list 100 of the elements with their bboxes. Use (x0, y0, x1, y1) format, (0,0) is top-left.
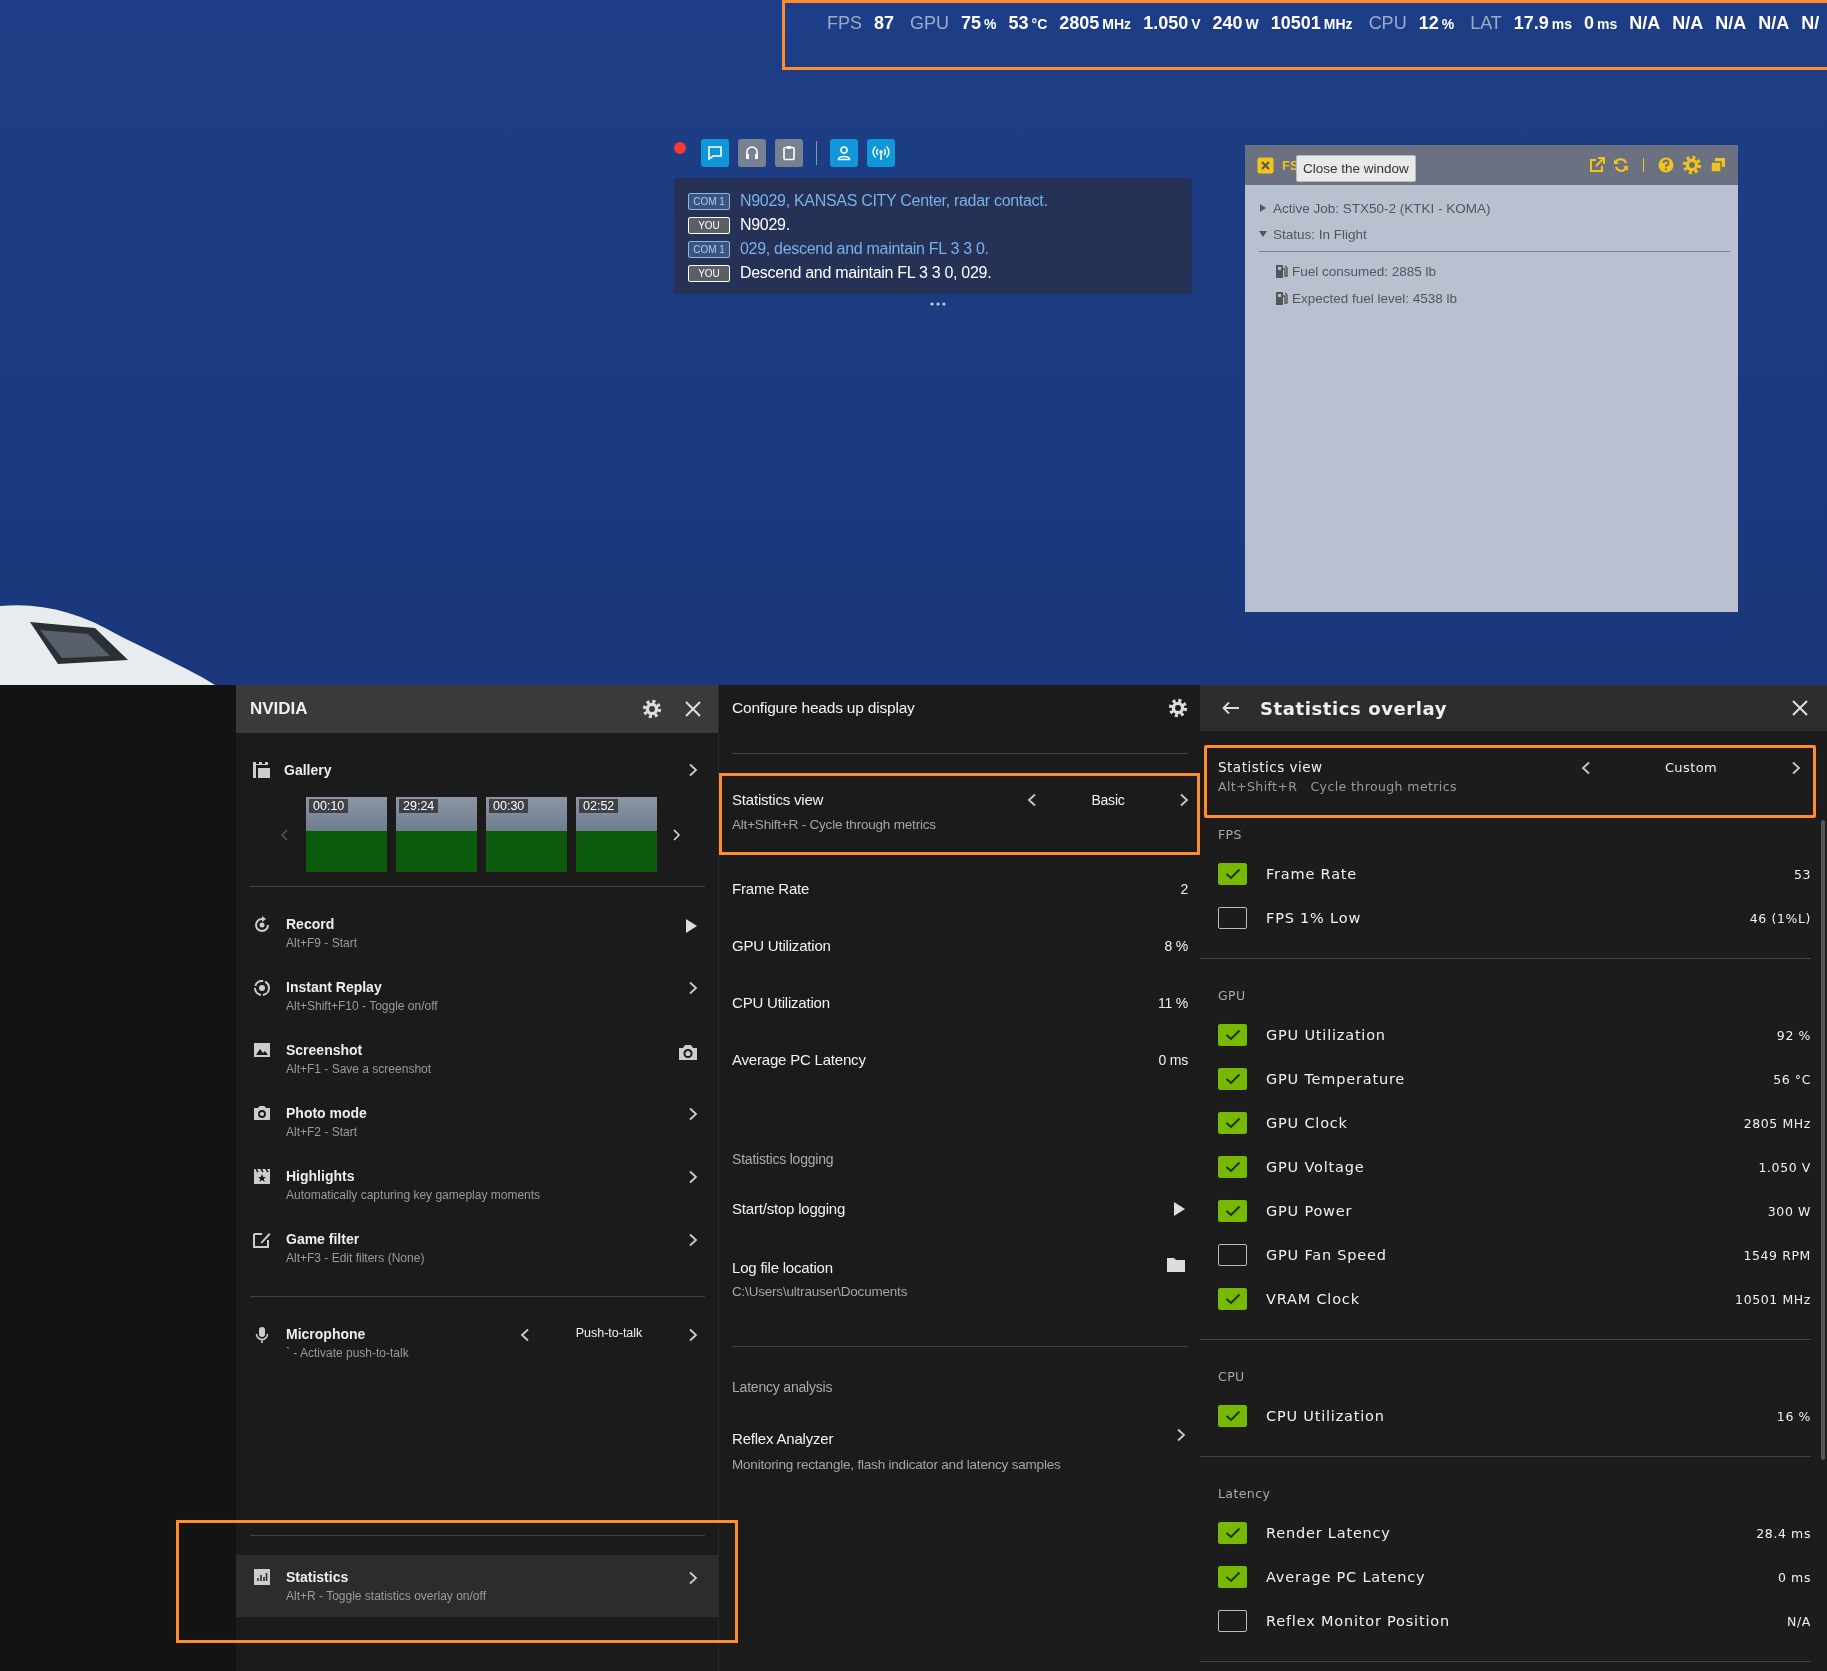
menu-item[interactable]: Game filter Alt+F3 - Edit filters (None) (236, 1225, 718, 1288)
radio-tag: YOU (688, 216, 730, 234)
chevron-right-icon[interactable] (688, 763, 698, 777)
external-link-icon[interactable] (1589, 157, 1605, 173)
checkbox[interactable] (1218, 1156, 1247, 1178)
checkbox[interactable] (1218, 1024, 1247, 1046)
close-icon[interactable] (1257, 156, 1274, 174)
menu-item[interactable]: Statistics Alt+R - Toggle statistics overlay on/off (236, 1555, 718, 1617)
checkbox[interactable] (1218, 1522, 1247, 1544)
option-row[interactable]: Statistics view Alt+Shift+R - Cycle through metrics Basic (719, 773, 1200, 855)
chevron-right-icon[interactable] (688, 1170, 698, 1184)
folder-icon[interactable] (1166, 1257, 1186, 1273)
chat-message: N9029, KANSAS CITY Center, radar contact. (740, 192, 1048, 210)
refresh-icon[interactable] (1613, 157, 1629, 173)
metric-value: 16 % (1776, 1408, 1811, 1424)
person-icon (836, 145, 852, 161)
chevron-right-icon[interactable] (688, 1571, 698, 1585)
metric-value: 2 (1180, 880, 1188, 897)
metric-value: 11 % (1157, 994, 1188, 1011)
menu-item[interactable]: Reflex Analyzer (732, 1428, 1176, 1450)
menu-item[interactable]: Screenshot Alt+F1 - Save a screenshot (236, 1036, 718, 1099)
section-heading: Latency analysis (731, 1378, 834, 1397)
item-title: Screenshot (286, 1041, 364, 1060)
option-row[interactable]: Statistics view Alt+Shift+R Cycle through metrics Custom (1204, 745, 1816, 818)
video-thumbnail[interactable]: 02:52 (576, 797, 657, 872)
item-shortcut: Automatically capturing key gameplay moments (286, 1187, 542, 1204)
stat-value: 10501 MHz (1270, 13, 1353, 34)
checkbox[interactable] (1218, 1244, 1247, 1266)
metric-value: 56 °C (1773, 1071, 1811, 1087)
metric-value: 300 W (1767, 1203, 1811, 1219)
checkbox[interactable] (1218, 1405, 1247, 1427)
checkbox[interactable] (1218, 1610, 1247, 1632)
chevron-right-icon[interactable] (688, 1328, 698, 1342)
radio-tag: COM 1 (688, 192, 730, 210)
collapsed-triangle-icon[interactable] (1259, 204, 1267, 212)
tree-item[interactable]: Status: In Flight (1273, 226, 1367, 242)
image-icon (253, 1042, 271, 1058)
help-icon[interactable] (1658, 157, 1674, 173)
settings-icon[interactable] (1168, 698, 1188, 718)
toolbar-button[interactable] (701, 139, 729, 167)
checkmark-icon (1224, 1410, 1241, 1422)
duration-label: 00:10 (309, 799, 349, 813)
stat-value: 12 % (1418, 13, 1455, 34)
metric-value: N/A (1787, 1613, 1811, 1629)
replay-icon (253, 979, 271, 997)
menu-item[interactable]: Start/stop logging (732, 1198, 1173, 1220)
video-thumbnail[interactable]: 00:10 (306, 797, 387, 872)
checkbox[interactable] (1218, 1288, 1247, 1310)
metric-name: GPU Utilization (732, 937, 832, 954)
chevron-right-icon[interactable] (1791, 760, 1801, 775)
close-icon[interactable] (1791, 699, 1809, 717)
settings-icon[interactable] (642, 699, 662, 719)
chevron-right-icon[interactable] (1179, 793, 1189, 807)
checkmark-icon (1224, 1293, 1241, 1305)
metric-value: 1.050 V (1758, 1159, 1811, 1175)
tree-item[interactable]: Active Job: STX50-2 (KTKI - KOMA) (1273, 200, 1491, 216)
menu-item[interactable]: Highlights Automatically capturing key gameplay moments (236, 1162, 718, 1225)
chevron-right-icon[interactable] (688, 1233, 698, 1247)
video-thumbnail[interactable]: 00:30 (486, 797, 567, 872)
chevron-right-icon[interactable] (1176, 1428, 1186, 1442)
toolbar-button[interactable] (830, 139, 858, 167)
toolbar-button[interactable] (867, 139, 895, 167)
back-arrow-icon[interactable] (1222, 701, 1240, 715)
chevron-right-icon[interactable] (673, 828, 681, 841)
camera-icon[interactable] (678, 1044, 698, 1061)
checkbox[interactable] (1218, 1112, 1247, 1134)
metric-name: Average PC Latency (732, 1051, 867, 1068)
duration-label: 29:24 (399, 799, 439, 813)
metric-value: 8 % (1164, 937, 1188, 954)
checkbox[interactable] (1218, 1200, 1247, 1222)
section-heading: Latency (1218, 1485, 1272, 1503)
menu-item[interactable]: Photo mode Alt+F2 - Start (236, 1099, 718, 1162)
windows-icon[interactable] (1710, 157, 1726, 173)
checkbox[interactable] (1218, 1566, 1247, 1588)
chevron-right-icon[interactable] (688, 1107, 698, 1121)
video-thumbnail[interactable]: 29:24 (396, 797, 477, 872)
menu-item[interactable]: Record Alt+F9 - Start (236, 910, 718, 973)
item-title: Statistics (286, 1568, 350, 1587)
close-icon[interactable] (684, 700, 702, 718)
chevron-right-icon[interactable] (688, 981, 698, 995)
metric-name: GPU Fan Speed (1266, 1247, 1388, 1263)
checkbox[interactable] (1218, 863, 1247, 885)
item-title: Microphone (286, 1325, 367, 1344)
panel-title: Statistics overlay (1260, 697, 1449, 719)
play-icon[interactable] (1173, 1201, 1186, 1217)
metric-value: 0 ms (1158, 1051, 1188, 1068)
toolbar-button[interactable] (775, 139, 803, 167)
stat-value: 87 (874, 13, 895, 34)
metric-name: CPU Utilization (732, 994, 831, 1011)
checkbox[interactable] (1218, 907, 1247, 929)
metric-value: 2805 MHz (1743, 1115, 1811, 1131)
toolbar-button[interactable] (738, 139, 766, 167)
play-icon[interactable] (685, 918, 698, 934)
expanded-triangle-icon[interactable] (1259, 230, 1267, 238)
menu-item[interactable]: Instant Replay Alt+Shift+F10 - Toggle on/off (236, 973, 718, 1036)
metric-name: FPS 1% Low (1266, 910, 1363, 926)
scrollbar[interactable] (1821, 820, 1825, 1460)
menu-item-label[interactable]: Gallery (284, 762, 675, 778)
more-icon[interactable] (930, 302, 946, 306)
checkbox[interactable] (1218, 1068, 1247, 1090)
